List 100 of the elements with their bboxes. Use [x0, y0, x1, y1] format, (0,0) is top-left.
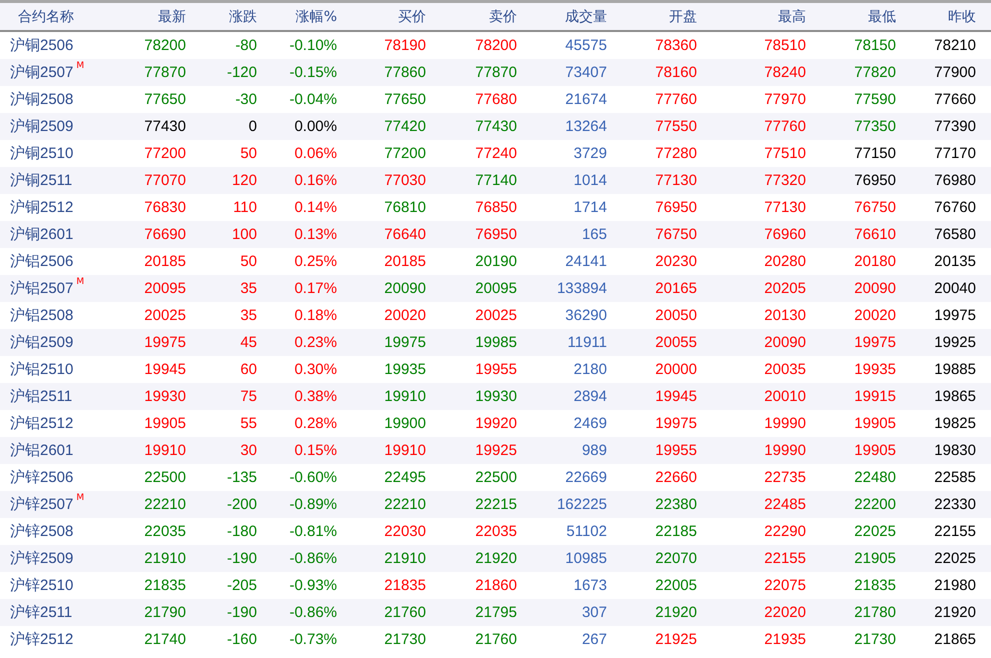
table-cell-text: 20185 — [143, 253, 186, 270]
table-cell-text: 22210 — [143, 496, 186, 513]
table-cell-text: 21925 — [654, 631, 697, 648]
table-cell-text: 19905 — [853, 442, 896, 459]
table-cell-text: 19990 — [763, 442, 806, 459]
table-cell-text: 22495 — [383, 469, 426, 486]
table-cell-text: 35 — [239, 280, 257, 297]
table-cell-text: 0.38% — [293, 388, 337, 405]
table-cell-text: 21910 — [143, 550, 186, 567]
table-cell-text: 75 — [239, 388, 257, 405]
table-cell-text: 20130 — [763, 307, 806, 324]
table-row[interactable]: 沪锌2509 21910 -190 -0.86% 21910 21920 10985 22070 22155 21905 22025 — [0, 545, 991, 572]
table-cell-text: -0.15% — [288, 64, 337, 81]
table-cell-text: 77390 — [933, 118, 976, 135]
table-cell-text: 21905 — [853, 550, 896, 567]
table-row[interactable]: 沪铜2511 77070 120 0.16% 77030 77140 1014 77130 77320 76950 76980 — [0, 167, 991, 194]
table-cell-text: 2469 — [572, 415, 607, 432]
table-cell-text: 20040 — [933, 280, 976, 297]
table-cell-text: 76640 — [383, 226, 426, 243]
table-cell-text: 77760 — [654, 91, 697, 108]
table-cell-text: 21835 — [383, 577, 426, 594]
table-cell-text: 77140 — [474, 172, 517, 189]
table-cell-text: 20050 — [654, 307, 697, 324]
table-cell-text: -135 — [226, 469, 257, 486]
table-cell-text: 0.18% — [293, 307, 337, 324]
table-cell-text: 77870 — [143, 64, 186, 81]
table-cell-text: 19945 — [654, 388, 697, 405]
table-cell-text: 77970 — [763, 91, 806, 108]
table-row[interactable]: 沪铝2601 19910 30 0.15% 19910 19925 989 19955 19990 19905 19830 — [0, 437, 991, 464]
table-cell-text: 1014 — [572, 172, 607, 189]
table-cell-text: 267 — [580, 631, 607, 648]
table-cell-text: 21835 — [853, 577, 896, 594]
table-row[interactable]: 沪铝2509 19975 45 0.23% 19975 19985 11911 20055 20090 19975 19925 — [0, 329, 991, 356]
table-cell-text: 22500 — [143, 469, 186, 486]
column-header[interactable]: 涨幅% — [257, 8, 337, 26]
table-cell-text: 10985 — [564, 550, 607, 567]
table-cell-text: 19910 — [143, 442, 186, 459]
column-header[interactable]: 涨跌 — [186, 8, 257, 26]
table-cell-text: 77650 — [383, 91, 426, 108]
table-cell-text: 19885 — [933, 361, 976, 378]
table-cell-text: 77820 — [853, 64, 896, 81]
column-header[interactable]: 开盘 — [607, 8, 697, 26]
table-cell-text: 19975 — [383, 334, 426, 351]
table-cell-text: 22025 — [853, 523, 896, 540]
contract-name: 沪铝2507 — [10, 279, 74, 298]
table-cell-text: 22380 — [654, 496, 697, 513]
column-header[interactable]: 合约名称 — [0, 8, 112, 26]
table-cell-text: 76830 — [143, 199, 186, 216]
table-cell-text: 21935 — [763, 631, 806, 648]
table-cell-text: 1673 — [572, 577, 607, 594]
table-row[interactable]: 沪铝2511 19930 75 0.38% 19910 19930 2894 19945 20010 19915 19865 — [0, 383, 991, 410]
table-cell-text: -0.81% — [288, 523, 337, 540]
column-header[interactable]: 最高 — [697, 8, 806, 26]
table-cell-text: 11911 — [566, 334, 607, 351]
main-contract-label: M — [76, 277, 84, 287]
contract-name: 沪锌2511 — [10, 603, 72, 622]
table-cell-text: 0.15% — [293, 442, 337, 459]
column-header[interactable]: 成交量 — [517, 8, 607, 26]
table-cell-text: 19955 — [654, 442, 697, 459]
table-cell-text: 55 — [239, 415, 257, 432]
table-cell-text: 21730 — [383, 631, 426, 648]
contract-name: 沪铜2507 — [10, 63, 74, 82]
table-cell-text: 77430 — [143, 118, 186, 135]
table-cell-text: 77130 — [763, 199, 806, 216]
column-header[interactable]: 最低 — [806, 8, 896, 26]
table-cell-text: 76750 — [853, 199, 896, 216]
column-header[interactable]: 买价 — [337, 8, 426, 26]
table-cell-text: -190 — [226, 604, 257, 621]
table-row[interactable]: 沪铜2601 76690 100 0.13% 76640 76950 165 76750 76960 76610 76580 — [0, 221, 991, 248]
table-cell-text: 19930 — [143, 388, 186, 405]
table-row[interactable]: 沪铜2509 77430 0 0.00% 77420 77430 13264 77550 77760 77350 77390 — [0, 113, 991, 140]
table-cell-text: 76980 — [933, 172, 976, 189]
table-cell-text: 77760 — [763, 118, 806, 135]
table-cell-text: 21980 — [933, 577, 976, 594]
table-cell-text: 19900 — [383, 415, 426, 432]
table-row[interactable]: 沪锌2511 21790 -190 -0.86% 21760 21795 307 21920 22020 21780 21920 — [0, 599, 991, 626]
table-cell-text: 21740 — [143, 631, 186, 648]
table-cell-text: 0.00% — [293, 118, 337, 135]
table-cell-text: 77860 — [383, 64, 426, 81]
table-cell-text: 133894 — [556, 280, 607, 297]
column-header[interactable]: 最新 — [112, 8, 186, 26]
table-cell-text: 30 — [239, 442, 257, 459]
table-cell-text: 77320 — [763, 172, 806, 189]
table-cell-text: 0.14% — [293, 199, 337, 216]
table-cell-text: 0 — [248, 118, 257, 135]
column-header[interactable]: 昨收 — [896, 8, 976, 26]
table-cell-text: -0.10% — [288, 37, 337, 54]
table-cell-text: 76580 — [933, 226, 976, 243]
table-cell-text: -190 — [226, 550, 257, 567]
table-cell-text: 22735 — [763, 469, 806, 486]
table-cell-text: 22035 — [474, 523, 517, 540]
table-cell-text: 21860 — [474, 577, 517, 594]
main-contract-label: M — [76, 61, 84, 71]
table-cell-text: 22669 — [564, 469, 607, 486]
table-cell-text: 162225 — [556, 496, 607, 513]
contract-name: 沪铜2512 — [10, 198, 74, 217]
table-cell-text: 22500 — [474, 469, 517, 486]
table-cell-text: 19990 — [763, 415, 806, 432]
column-header[interactable]: 卖价 — [426, 8, 517, 26]
table-cell-text: 45575 — [564, 37, 607, 54]
